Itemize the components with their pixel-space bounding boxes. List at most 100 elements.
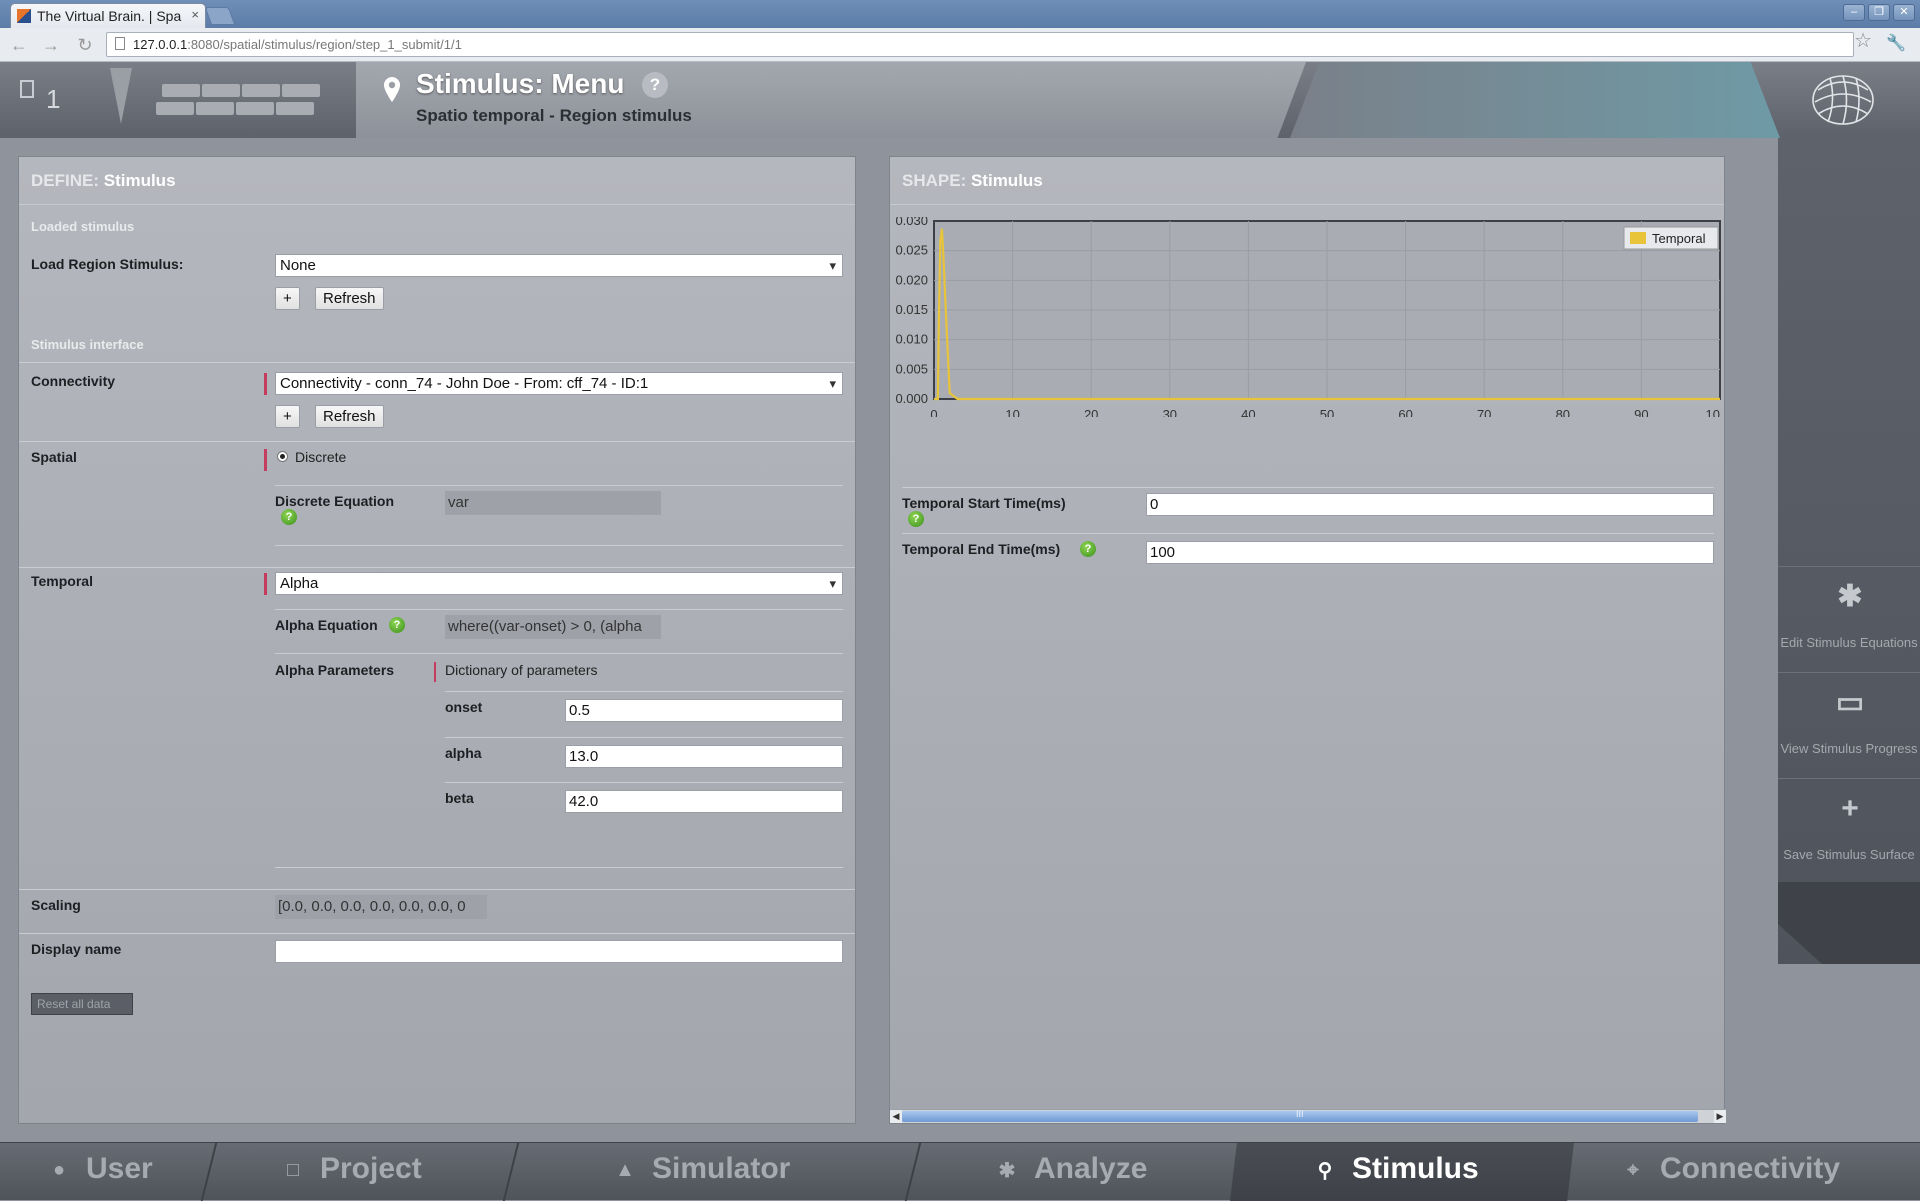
x-tick-label: 20 — [1084, 407, 1098, 417]
tab-title: The Virtual Brain. | Spa — [37, 8, 182, 24]
end-time-label: Temporal End Time(ms) — [902, 541, 1061, 557]
plus-icon: + — [1841, 792, 1859, 825]
browser-tab-bar: The Virtual Brain. | Spa × – ❐ ✕ — [0, 0, 1920, 28]
refresh-connectivity-button[interactable]: Refresh — [315, 405, 384, 428]
param-beta-input[interactable]: 42.0 — [565, 790, 843, 813]
add-stimulus-button[interactable]: + — [275, 287, 300, 310]
x-tick-label: 90 — [1634, 407, 1648, 417]
edit-equations-button[interactable]: ✱ Edit Stimulus Equations — [1778, 566, 1920, 670]
reset-all-button[interactable]: Reset all data — [31, 993, 133, 1015]
connectivity-select[interactable]: Connectivity - conn_74 - John Doe - From… — [275, 372, 843, 395]
discrete-equation-help-icon[interactable]: ? — [281, 509, 297, 525]
discrete-radio[interactable] — [277, 451, 288, 462]
param-alpha-label: alpha — [445, 745, 482, 761]
x-tick-label: 10 — [1706, 407, 1720, 417]
param-onset-input[interactable]: 0.5 — [565, 699, 843, 722]
scroll-right-icon[interactable]: ▶ — [1714, 1110, 1726, 1123]
menu-grid-icon[interactable] — [156, 84, 324, 118]
y-tick-label: 0.020 — [895, 272, 928, 287]
gear-icon: ✱ — [998, 1159, 1016, 1182]
scroll-left-icon[interactable]: ◀ — [890, 1110, 902, 1123]
x-tick-label: 0 — [930, 407, 937, 417]
app-header: 1 Stimulus: Menu ? Spatio temporal - Reg… — [0, 62, 1920, 138]
discrete-equation-field: var — [445, 491, 661, 515]
help-icon[interactable]: ? — [642, 72, 668, 98]
nav-user[interactable]: ● User — [46, 1143, 153, 1201]
forward-icon[interactable]: → — [40, 35, 62, 55]
end-time-input[interactable]: 100 — [1146, 541, 1714, 564]
nav-project[interactable]: □ Project — [280, 1143, 422, 1201]
temporal-chart[interactable]: 0.000 0.005 0.010 0.015 0.020 0.025 0.030 0 10 2… — [890, 217, 1726, 417]
scroll-thumb[interactable]: III — [902, 1109, 1698, 1122]
refresh-stimulus-button[interactable]: Refresh — [315, 287, 384, 310]
end-time-help-icon[interactable]: ? — [1080, 541, 1096, 557]
load-region-label: Load Region Stimulus: — [31, 256, 184, 272]
x-tick-label: 80 — [1556, 407, 1570, 417]
scaling-label: Scaling — [31, 897, 81, 913]
connectivity-label: Connectivity — [31, 373, 116, 389]
user-icon: ● — [52, 1158, 66, 1181]
nav-connectivity[interactable]: ⌖ Connectivity — [1620, 1143, 1840, 1201]
close-window-icon[interactable]: ✕ — [1893, 4, 1915, 21]
start-time-label: Temporal Start Time(ms) — [902, 495, 1066, 511]
tab-close-icon[interactable]: × — [191, 7, 199, 22]
param-alpha-input[interactable]: 13.0 — [565, 745, 843, 768]
gear-icon: ✱ — [1837, 580, 1863, 613]
brain-logo-icon[interactable] — [1810, 72, 1876, 128]
page-subtitle: Spatio temporal - Region stimulus — [416, 106, 692, 125]
favicon-icon — [17, 9, 31, 23]
horizontal-scrollbar[interactable]: ◀ III ▶ — [890, 1109, 1726, 1123]
browser-tab[interactable]: The Virtual Brain. | Spa × — [10, 3, 206, 28]
action-sidebar: ✱ Edit Stimulus Equations ▭ View Stimulu… — [1778, 138, 1920, 964]
nav-stimulus[interactable]: ⚲ Stimulus — [1312, 1143, 1479, 1201]
page-icon — [115, 37, 125, 50]
loaded-stimulus-section: Loaded stimulus — [31, 219, 135, 234]
temporal-select[interactable]: Alpha — [275, 572, 843, 595]
divider-wedge-icon — [110, 68, 132, 124]
document-icon — [20, 80, 34, 98]
nav-analyze[interactable]: ✱ Analyze — [994, 1143, 1148, 1201]
discrete-option-label: Discrete — [295, 449, 347, 465]
alpha-parameters-desc: Dictionary of parameters — [445, 662, 598, 678]
project-counter[interactable]: 1 — [0, 62, 120, 138]
alpha-parameters-label: Alpha Parameters — [275, 662, 395, 678]
url-path: :8080/spatial/stimulus/region/step_1_sub… — [187, 37, 462, 52]
display-name-label: Display name — [31, 941, 122, 957]
add-connectivity-button[interactable]: + — [275, 405, 300, 428]
nav-connectivity-label: Connectivity — [1660, 1152, 1841, 1185]
page-title: Stimulus: Menu — [416, 68, 625, 99]
view-progress-button[interactable]: ▭ View Stimulus Progress — [1778, 672, 1920, 776]
y-tick-label: 0.000 — [895, 391, 928, 406]
save-surface-button[interactable]: + Save Stimulus Surface — [1778, 778, 1920, 882]
nav-simulator[interactable]: ▲ Simulator — [612, 1143, 790, 1201]
start-time-help-icon[interactable]: ? — [908, 511, 924, 527]
bookmark-star-icon[interactable]: ☆ — [1854, 28, 1872, 53]
alpha-equation-help-icon[interactable]: ? — [389, 617, 405, 633]
document-icon: □ — [286, 1158, 300, 1181]
wrench-icon[interactable]: 🔧 — [1886, 33, 1908, 53]
minimize-icon[interactable]: – — [1843, 4, 1865, 21]
x-tick-label: 60 — [1398, 407, 1412, 417]
network-icon: ⌖ — [1627, 1158, 1639, 1181]
pin-icon — [384, 77, 400, 102]
display-name-input[interactable] — [275, 940, 843, 963]
x-tick-label: 50 — [1320, 407, 1334, 417]
start-time-input[interactable]: 0 — [1146, 493, 1714, 516]
new-tab-button[interactable] — [204, 7, 236, 25]
reload-icon[interactable]: ↻ — [74, 35, 96, 55]
rocket-icon: ▲ — [615, 1158, 635, 1181]
monitor-icon: ▭ — [1835, 686, 1865, 719]
stimulus-interface-section: Stimulus interface — [31, 337, 144, 352]
address-bar[interactable]: 127.0.0.1:8080/spatial/stimulus/region/s… — [106, 32, 1854, 57]
back-icon[interactable]: ← — [8, 35, 30, 55]
chart-legend: Temporal — [1623, 226, 1719, 250]
y-tick-label: 0.015 — [895, 302, 928, 317]
nav-user-label: User — [86, 1152, 153, 1185]
scroll-grip: III — [1296, 1109, 1304, 1119]
restore-icon[interactable]: ❐ — [1868, 4, 1890, 21]
alpha-equation-label: Alpha Equation — [275, 617, 378, 633]
nav-stimulus-label: Stimulus — [1352, 1152, 1479, 1185]
define-heading-key: DEFINE: — [31, 171, 99, 190]
x-tick-label: 70 — [1477, 407, 1491, 417]
load-region-select[interactable]: None — [275, 254, 843, 277]
